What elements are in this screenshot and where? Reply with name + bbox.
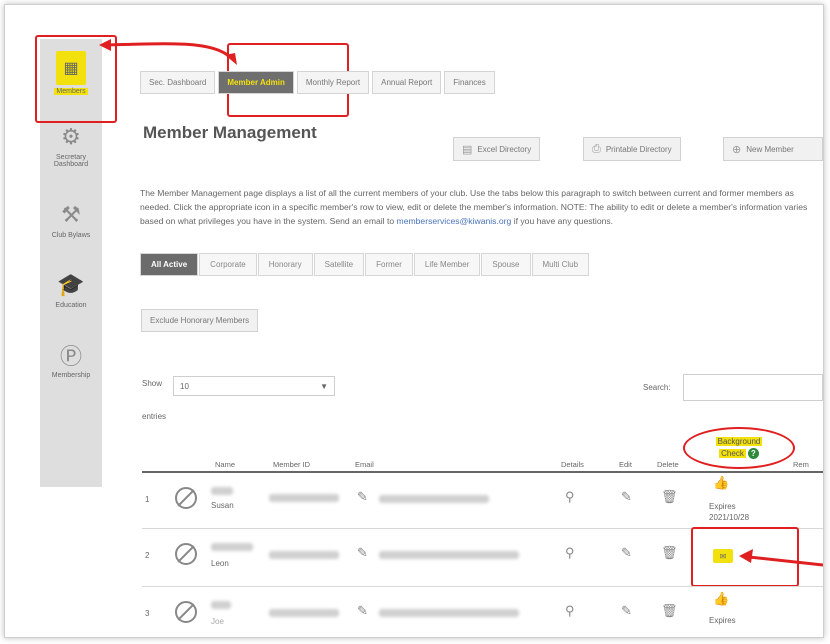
- sidebar-item-label: Club Bylaws: [51, 232, 91, 239]
- tab-sec-dashboard[interactable]: Sec. Dashboard: [140, 71, 216, 94]
- tab-former[interactable]: Former: [365, 253, 413, 276]
- expires-date: 2021/10/28: [709, 513, 750, 522]
- tab-finances[interactable]: Finances: [444, 71, 495, 94]
- details-magnifier-icon[interactable]: ⚲: [565, 489, 575, 505]
- gear-icon: ⚙: [61, 124, 81, 149]
- background-check-status: Expires: [709, 615, 736, 626]
- support-email-link[interactable]: memberservices@kiwanis.org: [397, 216, 512, 226]
- excel-directory-button[interactable]: ▤ Excel Directory: [453, 137, 541, 161]
- column-header-member-id[interactable]: Member ID: [273, 460, 310, 469]
- column-header-details: Details: [561, 460, 584, 469]
- delete-trash-icon[interactable]: 🗑: [661, 603, 678, 619]
- column-header-delete: Delete: [657, 460, 679, 469]
- tab-spouse[interactable]: Spouse: [481, 253, 531, 276]
- sidebar-item-education[interactable]: 🎓 Education: [40, 271, 102, 309]
- background-check-status: Expires 2021/10/28: [709, 501, 749, 523]
- redacted-first-name: [211, 487, 233, 495]
- tab-multi-club[interactable]: Multi Club: [531, 253, 590, 276]
- edit-pencil-icon[interactable]: ✎: [621, 603, 632, 619]
- member-filter-tabs: All Active Corporate Honorary Satellite …: [140, 253, 590, 276]
- page-title: Member Management: [143, 123, 317, 142]
- thumbs-up-icon: 👍: [713, 591, 730, 606]
- new-member-button[interactable]: ⊕ New Member: [723, 137, 823, 161]
- new-member-label: New Member: [746, 144, 794, 154]
- tab-monthly-report[interactable]: Monthly Report: [296, 71, 370, 94]
- details-magnifier-icon[interactable]: ⚲: [565, 603, 575, 619]
- kiwanis-logo-icon: Ⓟ: [59, 344, 82, 369]
- edit-email-pencil-icon[interactable]: ✎: [357, 603, 368, 619]
- tab-life-member[interactable]: Life Member: [413, 253, 481, 276]
- tab-all-active[interactable]: All Active: [140, 253, 199, 276]
- sidebar-item-label: Membership: [51, 372, 91, 379]
- spreadsheet-icon: ▤: [462, 143, 473, 156]
- delete-trash-icon[interactable]: 🗑: [661, 545, 678, 561]
- printer-icon: ⎙: [592, 142, 601, 155]
- redacted-member-id: [269, 551, 339, 559]
- member-name: Joe: [211, 617, 224, 626]
- search-input[interactable]: [683, 374, 823, 401]
- add-icon: ⊕: [732, 143, 742, 156]
- printable-directory-button[interactable]: ⎙ Printable Directory: [583, 137, 681, 161]
- tab-honorary[interactable]: Honorary: [257, 253, 313, 276]
- delete-trash-icon[interactable]: 🗑: [661, 489, 678, 505]
- excel-directory-label: Excel Directory: [477, 144, 532, 154]
- search-label: Search:: [643, 383, 671, 392]
- description-suffix: if you have any questions.: [513, 216, 614, 226]
- tab-satellite[interactable]: Satellite: [313, 253, 365, 276]
- annotation-arrow: [99, 39, 237, 65]
- edit-pencil-icon[interactable]: ✎: [621, 489, 632, 505]
- column-header-edit: Edit: [619, 460, 632, 469]
- row-number: 3: [145, 609, 150, 618]
- dropdown-arrow-icon: ▼: [320, 381, 328, 391]
- tab-corporate[interactable]: Corporate: [199, 253, 257, 276]
- row-number: 2: [145, 551, 150, 560]
- expires-label: Expires: [709, 616, 736, 625]
- redacted-member-id: [269, 494, 339, 502]
- screenshot-frame: ▦ Members ⚙ Secretary Dashboard ⚒ Club B…: [4, 4, 824, 638]
- tab-annual-report[interactable]: Annual Report: [372, 71, 442, 94]
- printable-directory-label: Printable Directory: [605, 144, 672, 154]
- redacted-email: [379, 609, 519, 617]
- graduation-cap-icon: 🎓: [57, 272, 85, 297]
- no-photo-avatar: [175, 487, 197, 509]
- row-divider: [142, 586, 823, 587]
- sidebar-item-label: Secretary Dashboard: [53, 154, 89, 168]
- show-label: Show: [142, 379, 163, 388]
- page-size-select[interactable]: 10 ▼: [173, 376, 335, 396]
- entries-label: entries: [142, 412, 167, 421]
- sidebar-item-secretary-dashboard[interactable]: ⚙ Secretary Dashboard: [40, 123, 102, 168]
- no-photo-avatar: [175, 601, 197, 623]
- redacted-member-id: [269, 609, 339, 617]
- edit-email-pencil-icon[interactable]: ✎: [357, 545, 368, 561]
- redacted-first-name: [211, 601, 231, 609]
- page-description: The Member Management page displays a li…: [140, 186, 815, 228]
- tab-member-admin[interactable]: Member Admin: [218, 71, 294, 94]
- column-header-rem: Rem: [793, 460, 809, 469]
- table-header-divider: [142, 471, 823, 473]
- page-size-value: 10: [180, 381, 189, 391]
- redacted-first-name: [211, 543, 253, 551]
- sidebar-item-club-bylaws[interactable]: ⚒ Club Bylaws: [40, 201, 102, 239]
- redacted-email: [379, 551, 519, 559]
- edit-pencil-icon[interactable]: ✎: [621, 545, 632, 561]
- annotation-arrow-envelope: [739, 549, 823, 567]
- expires-label: Expires: [709, 502, 736, 511]
- sidebar-item-membership[interactable]: Ⓟ Membership: [40, 341, 102, 379]
- details-magnifier-icon[interactable]: ⚲: [565, 545, 575, 561]
- row-number: 1: [145, 495, 150, 504]
- member-name: Susan: [211, 501, 234, 510]
- column-header-name[interactable]: Name: [215, 460, 235, 469]
- thumbs-up-icon: 👍: [713, 475, 730, 490]
- gavel-icon: ⚒: [61, 202, 81, 227]
- annotation-oval-background-check: [683, 427, 795, 469]
- sidebar-item-label: Education: [55, 302, 87, 309]
- edit-email-pencil-icon[interactable]: ✎: [357, 489, 368, 505]
- exclude-honorary-button[interactable]: Exclude Honorary Members: [141, 309, 259, 332]
- no-photo-avatar: [175, 543, 197, 565]
- column-header-email[interactable]: Email: [355, 460, 374, 469]
- redacted-email: [379, 495, 489, 503]
- member-name: Leon: [211, 559, 229, 568]
- top-tabs: Sec. Dashboard Member Admin Monthly Repo…: [140, 71, 495, 94]
